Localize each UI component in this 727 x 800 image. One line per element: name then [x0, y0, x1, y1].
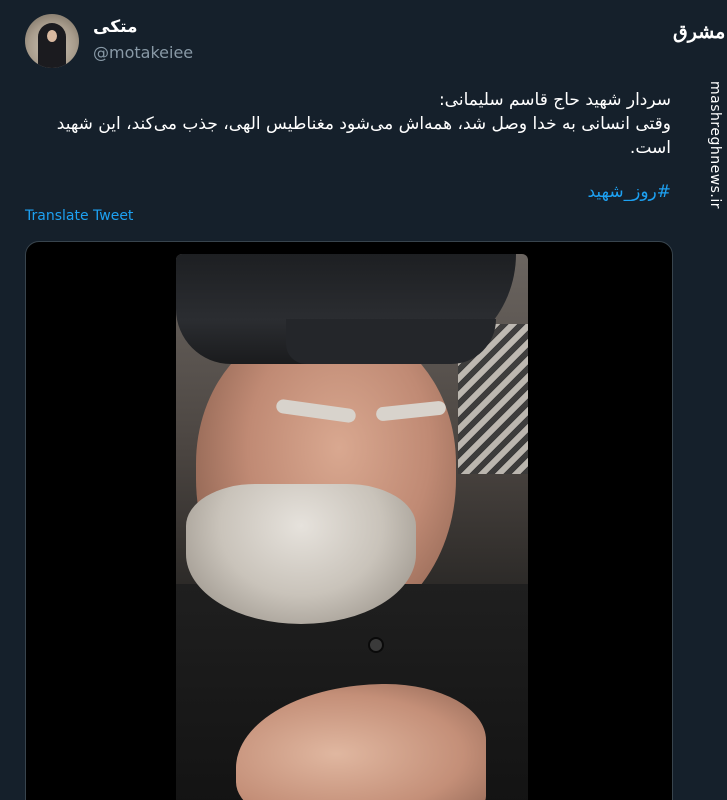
photo-beard	[186, 484, 416, 624]
photo-shirt-button	[368, 637, 384, 653]
video-thumbnail[interactable]	[176, 254, 528, 800]
tweet-text: سردار شهید حاج قاسم سلیمانی: وقتی انسانی…	[56, 90, 671, 158]
hashtag-link[interactable]: #روز_شهید	[25, 182, 671, 202]
photo-cap-brim	[286, 319, 496, 364]
author-display-name[interactable]: متکی	[93, 17, 138, 37]
avatar[interactable]	[25, 14, 79, 68]
avatar-face	[47, 30, 57, 42]
translate-tweet-link[interactable]: Translate Tweet	[25, 208, 133, 224]
author-handle[interactable]: @motakeiee	[93, 43, 193, 62]
watermark-logo: مشرق	[673, 21, 726, 43]
tweet-media[interactable]	[25, 241, 673, 800]
tweet-card: متکی @motakeiee مشرق mashreghnews.ir سرد…	[0, 0, 727, 800]
watermark-site: mashreghnews.ir	[707, 80, 723, 210]
